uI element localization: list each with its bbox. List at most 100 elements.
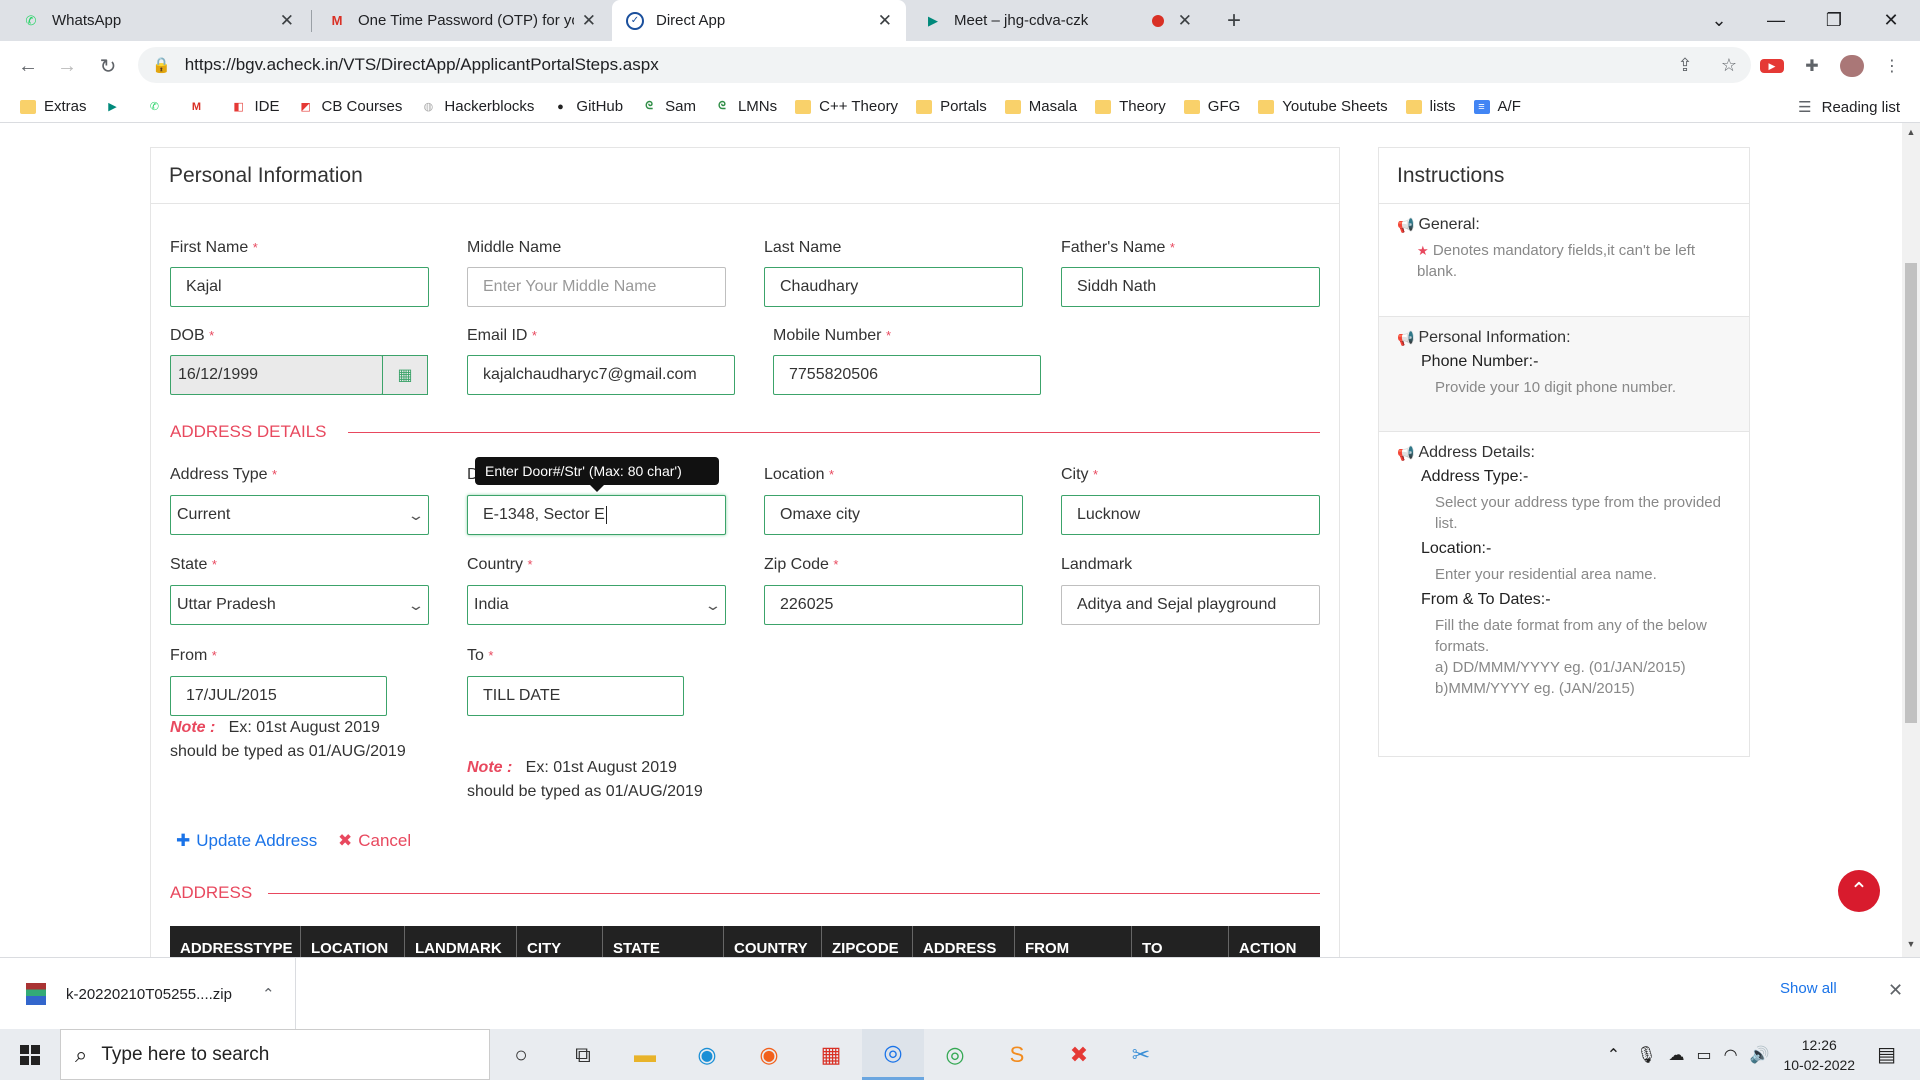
battery-icon[interactable]: ▭	[1696, 1045, 1711, 1065]
extensions-icon[interactable]: ✚	[1800, 55, 1824, 77]
chrome-profile-icon[interactable]: ◎	[924, 1029, 986, 1080]
bookmark-lists[interactable]: lists	[1405, 98, 1456, 115]
close-icon[interactable]: ✕	[582, 11, 596, 31]
zip-input[interactable]: 226025	[764, 585, 1023, 625]
close-icon[interactable]: ✕	[1888, 980, 1903, 1001]
clock[interactable]: 12:26 10-02-2022	[1783, 1035, 1855, 1075]
scrollbar-thumb[interactable]	[1905, 263, 1917, 723]
snipping-tool-icon[interactable]: ✂	[1110, 1029, 1172, 1080]
update-address-button[interactable]: ✚ Update Address	[176, 831, 317, 851]
close-icon[interactable]: ✕	[280, 11, 294, 31]
bookmark-theory[interactable]: Theory	[1095, 98, 1166, 115]
bookmark-ide[interactable]: ◧ IDE	[231, 98, 279, 115]
scroll-down-icon[interactable]: ▼	[1902, 939, 1920, 955]
landmark-input[interactable]: Aditya and Sejal playground	[1061, 585, 1320, 625]
close-icon[interactable]: ✕	[1178, 11, 1192, 31]
restore-button[interactable]: ❐	[1805, 0, 1863, 41]
chevron-down-icon[interactable]: ⌄	[1690, 0, 1748, 41]
bookmark-hackerblocks[interactable]: ◍ Hackerblocks	[420, 98, 535, 115]
microphone-icon[interactable]: 🎙	[1636, 1045, 1656, 1065]
address-bar[interactable]: 🔒 https://bgv.acheck.in/VTS/DirectApp/Ap…	[138, 47, 1751, 83]
forward-button[interactable]: →	[51, 50, 83, 82]
file-explorer-icon[interactable]: ▬	[614, 1029, 676, 1080]
address-type-select[interactable]: Current ⌄	[170, 495, 429, 535]
bookmark-meet[interactable]: ▶	[105, 100, 129, 114]
sublime-icon[interactable]: S	[986, 1029, 1048, 1080]
bookmark-youtube-sheets[interactable]: Youtube Sheets	[1258, 98, 1388, 115]
tab-whatsapp[interactable]: ✆ WhatsApp ✕	[8, 0, 308, 41]
bookmark-gfg[interactable]: GFG	[1183, 98, 1240, 115]
back-button[interactable]: ←	[12, 50, 44, 82]
middle-name-input[interactable]: Enter Your Middle Name	[467, 267, 726, 307]
bookmark-lmns[interactable]: ᘓ LMNs	[714, 98, 777, 115]
meet-icon: ▶	[108, 101, 117, 113]
instr-personal: 📢 Personal Information: Phone Number:- Pr…	[1379, 317, 1749, 432]
location-input[interactable]: Omaxe city	[764, 495, 1023, 535]
calendar-icon[interactable]: ▦	[382, 355, 428, 395]
menu-icon[interactable]: ⋮	[1880, 55, 1904, 77]
scroll-to-top-button[interactable]: ⌃	[1838, 870, 1880, 912]
bookmark-sam[interactable]: ᘓ Sam	[641, 98, 696, 115]
url-text: https://bgv.acheck.in/VTS/DirectApp/Appl…	[184, 55, 659, 74]
page-scrollbar[interactable]: ▲ ▼	[1902, 123, 1920, 957]
dob-input[interactable]: 16/12/1999	[170, 355, 383, 395]
father-name-input[interactable]: Siddh Nath	[1061, 267, 1320, 307]
first-name-input[interactable]: Kajal	[170, 267, 429, 307]
xampp-icon[interactable]: ✖	[1048, 1029, 1110, 1080]
bookmark-portals[interactable]: Portals	[916, 98, 987, 115]
wifi-icon[interactable]: ◠	[1724, 1045, 1738, 1065]
bookmark-af[interactable]: ≡ A/F	[1473, 98, 1521, 115]
last-name-input[interactable]: Chaudhary	[764, 267, 1023, 307]
reload-button[interactable]: ↻	[92, 50, 124, 82]
from-date-input[interactable]: 17/JUL/2015	[170, 676, 387, 716]
tab-meet[interactable]: ▶ Meet – jhg-cdva-czk ✕	[910, 0, 1206, 41]
email-label: Email ID *	[467, 327, 537, 344]
firefox-icon[interactable]: ◉	[738, 1029, 800, 1080]
bookmark-masala[interactable]: Masala	[1004, 98, 1077, 115]
new-tab-button[interactable]: +	[1218, 5, 1250, 37]
chrome-icon[interactable]: ◎	[862, 1029, 924, 1080]
edge-icon[interactable]: ◉	[676, 1029, 738, 1080]
chevron-up-icon[interactable]: ⌃	[262, 985, 275, 1003]
country-select[interactable]: India ⌄	[467, 585, 726, 625]
cancel-button[interactable]: ✖ Cancel	[338, 831, 411, 851]
to-date-input[interactable]: TILL DATE	[467, 676, 684, 716]
avatar[interactable]	[1840, 55, 1864, 77]
download-item[interactable]: k-20220210T05255....zip ⌃	[0, 958, 296, 1030]
scroll-up-icon[interactable]: ▲	[1902, 127, 1920, 143]
youtube-ext-icon[interactable]: ▶	[1760, 59, 1784, 73]
chevron-up-icon[interactable]: ⌃	[1607, 1045, 1620, 1065]
bookmark-cb-courses[interactable]: ◩ CB Courses	[298, 98, 402, 115]
megaphone-icon: 📢	[1397, 216, 1415, 233]
cortana-icon[interactable]: ○	[490, 1029, 552, 1080]
zip-label: Zip Code *	[764, 556, 839, 573]
close-icon[interactable]: ✕	[878, 11, 892, 31]
windows-start-icon[interactable]	[0, 1029, 60, 1080]
cloud-icon[interactable]: ☁	[1668, 1045, 1684, 1065]
bookmark-gmail[interactable]: M	[189, 100, 213, 114]
door-input[interactable]: E-1348, Sector E	[467, 495, 726, 535]
bookmark-whatsapp[interactable]: ✆	[147, 100, 171, 114]
share-icon[interactable]: ⇪	[1663, 55, 1707, 76]
bookmark-github[interactable]: ● GitHub	[552, 98, 623, 115]
volume-icon[interactable]: 🔊	[1750, 1045, 1770, 1065]
close-window-button[interactable]: ✕	[1862, 0, 1920, 41]
mobile-input[interactable]: 7755820506	[773, 355, 1041, 395]
city-input[interactable]: Lucknow	[1061, 495, 1320, 535]
task-view-icon[interactable]: ⧉	[552, 1029, 614, 1080]
state-select[interactable]: Uttar Pradesh ⌄	[170, 585, 429, 625]
bookmark-cpp-theory[interactable]: C++ Theory	[795, 98, 898, 115]
show-all-button[interactable]: Show all	[1780, 980, 1837, 997]
office-icon[interactable]: ▦	[800, 1029, 862, 1080]
bookmark-extras[interactable]: Extras	[20, 98, 87, 115]
tab-direct-app[interactable]: ✓ Direct App ✕	[612, 0, 906, 41]
city-label: City *	[1061, 466, 1099, 483]
taskbar-search-input[interactable]: ⌕ Type here to search	[60, 1029, 490, 1080]
address-details-title: ADDRESS DETAILS	[170, 422, 327, 441]
minimize-button[interactable]: —	[1747, 0, 1805, 41]
reading-list[interactable]: ☰ Reading list	[1798, 91, 1900, 123]
tab-otp[interactable]: M One Time Password (OTP) for you ✕	[314, 0, 610, 41]
notifications-icon[interactable]: ▤	[1877, 1042, 1896, 1067]
email-input[interactable]: kajalchaudharyc7@gmail.com	[467, 355, 735, 395]
star-icon[interactable]: ☆	[1707, 55, 1751, 76]
